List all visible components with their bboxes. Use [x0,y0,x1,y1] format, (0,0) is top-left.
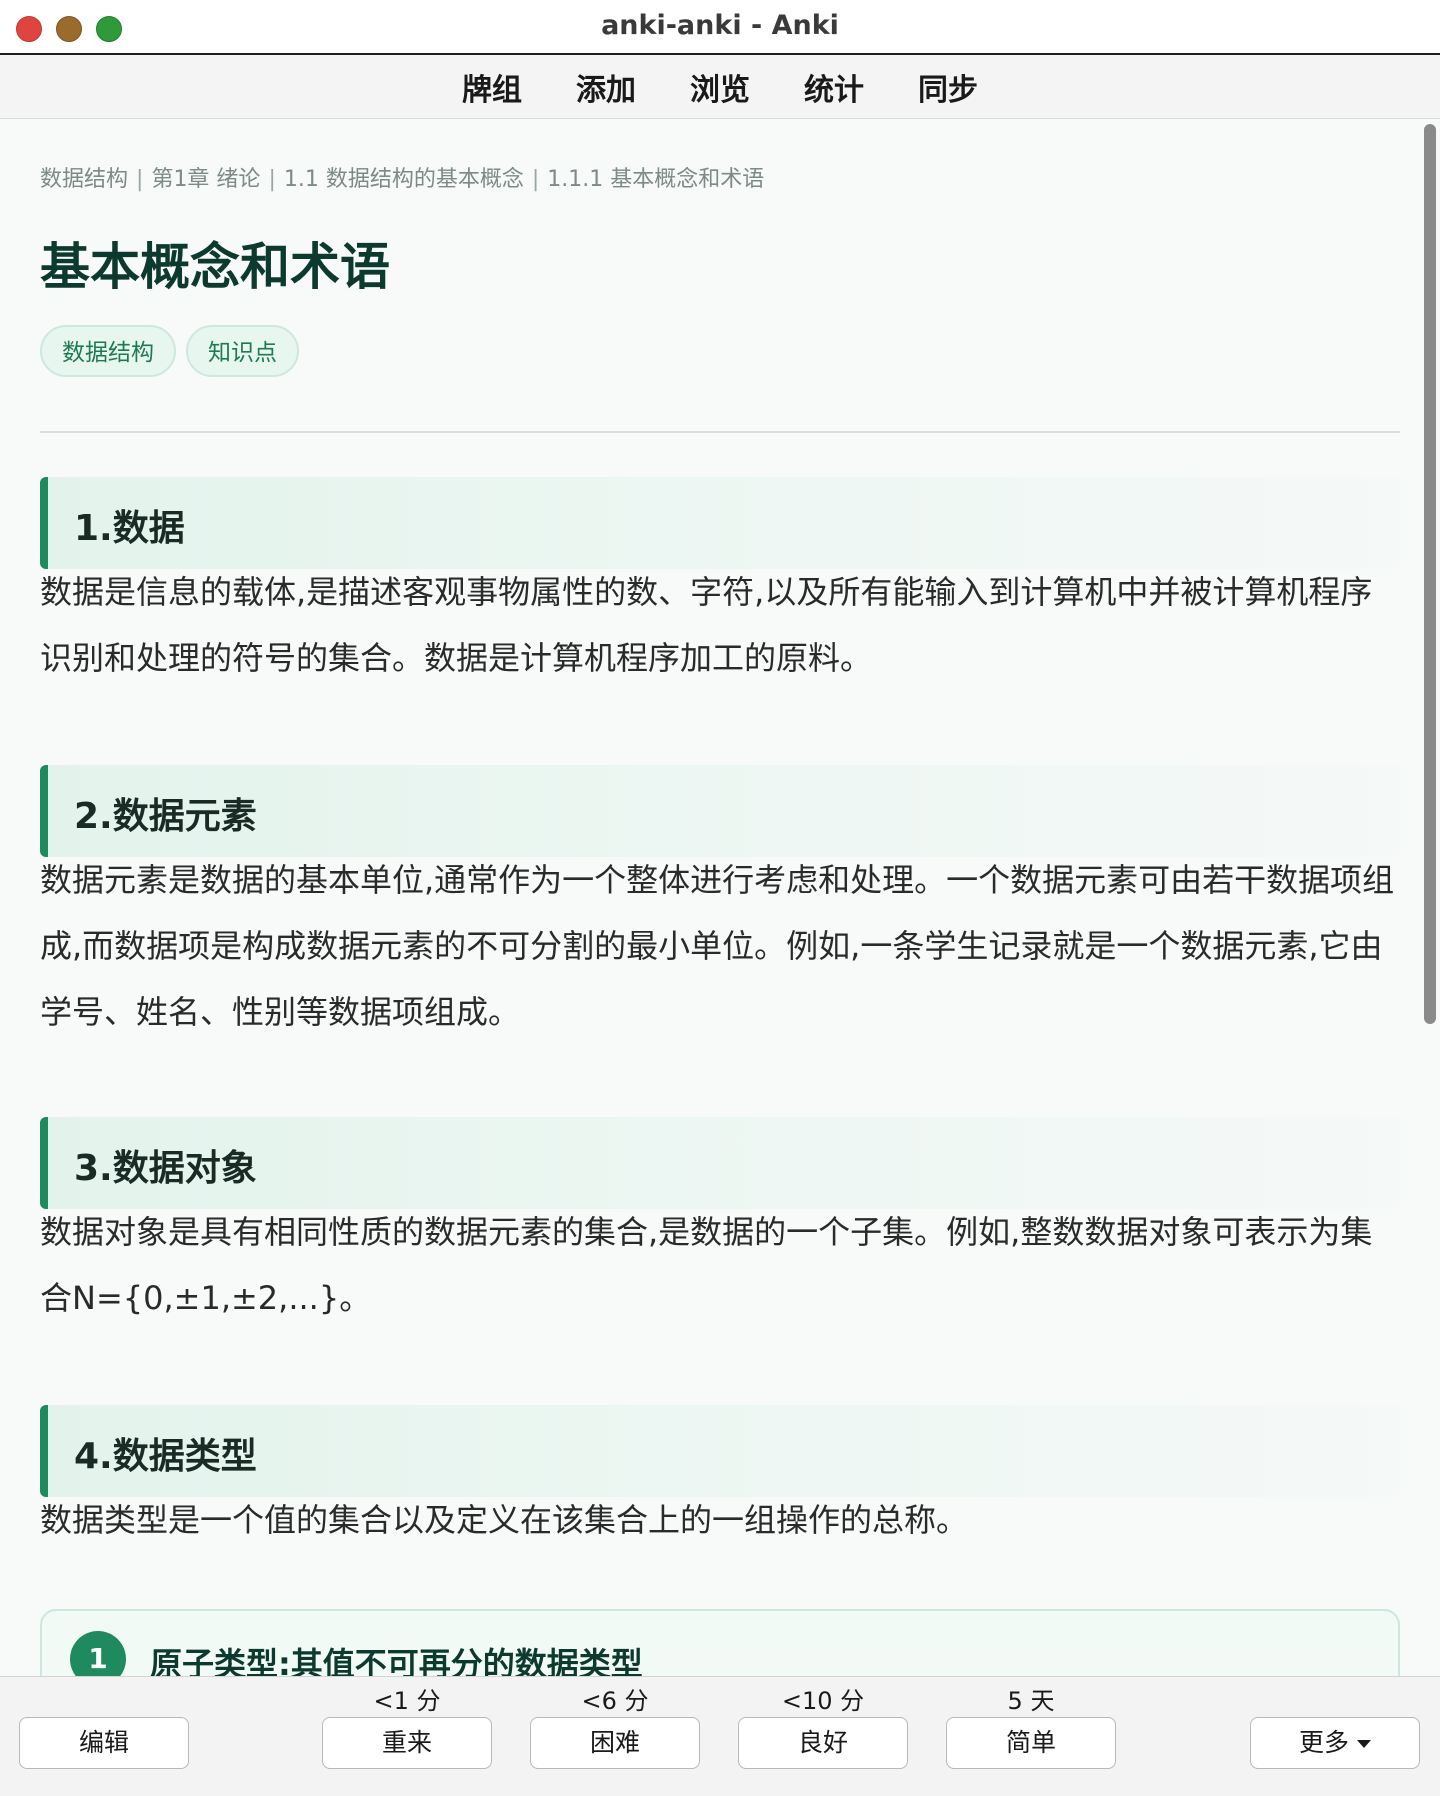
nav-decks[interactable]: 牌组 [462,65,522,109]
again-button[interactable]: 重来 [322,1717,492,1769]
section-paragraph: 数据元素是数据的基本单位,通常作为一个整体进行考虑和处理。一个数据元素可由若干数… [40,861,1395,1031]
breadcrumb-separator: | [268,167,276,192]
breadcrumb-item: 第1章 绪论 [151,167,261,192]
hard-interval: <6 分 [581,1687,649,1715]
top-toolbar: 牌组 添加 浏览 统计 同步 [0,55,1440,119]
easy-button[interactable]: 简单 [946,1717,1116,1769]
card-title: 基本概念和术语 [40,238,390,296]
nav-browse[interactable]: 浏览 [690,65,750,109]
breadcrumb-item: 1.1 数据结构的基本概念 [283,167,524,192]
scrollbar-thumb[interactable] [1424,124,1436,1024]
more-button-label: 更多 [1298,1728,1349,1757]
again-interval: <1 分 [373,1687,441,1715]
nav-stats[interactable]: 统计 [804,65,864,109]
section-paragraph: 数据是信息的载体,是描述客观事物属性的数、字符,以及所有能输入到计算机中并被计算… [40,573,1373,677]
tag-list: 数据结构 知识点 [40,325,309,377]
easy-interval: 5 天 [1007,1687,1055,1715]
subtype-title: 原子类型:其值不可再分的数据类型 [150,1645,643,1676]
section-heading: 2.数据元素 [40,765,1400,857]
anki-window: anki-anki - Anki 牌组 添加 浏览 统计 同步 数据结构 | 第1章… [0,0,1440,1796]
good-button[interactable]: 良好 [738,1717,908,1769]
divider [40,431,1400,433]
section-paragraph: 数据对象是具有相同性质的数据元素的集合,是数据的一个子集。例如,整数数据对象可表… [40,1213,1373,1317]
subtype-card: 1 原子类型:其值不可再分的数据类型 [40,1609,1400,1676]
card-content[interactable]: 数据结构 | 第1章 绪论 | 1.1 数据结构的基本概念 | 1.1.1 基本概念和术语 … [0,119,1420,1676]
breadcrumb-item: 数据结构 [40,167,129,192]
section-heading: 4.数据类型 [40,1405,1400,1497]
breadcrumb-separator: | [136,167,144,192]
more-button[interactable]: 更多 [1250,1717,1420,1769]
breadcrumb-separator: | [531,167,540,192]
section-heading-text: 2.数据元素 [74,796,257,837]
review-bottom-bar: 编辑 <1 分 重来 <6 分 困难 <10 分 良好 5 天 简单 更多 [0,1676,1440,1796]
subtype-number-badge: 1 [70,1631,126,1676]
good-interval: <10 分 [781,1687,865,1715]
section-paragraph: 数据类型是一个值的集合以及定义在该集合上的一组操作的总称。 [40,1501,969,1539]
section-heading: 3.数据对象 [40,1117,1400,1209]
section-heading: 1.数据 [40,477,1400,569]
nav-add[interactable]: 添加 [576,65,636,109]
breadcrumb-item: 1.1.1 基本概念和术语 [547,167,765,192]
hard-button[interactable]: 困难 [530,1717,700,1769]
caret-down-icon [1357,1740,1371,1748]
section-heading-text: 3.数据对象 [74,1148,257,1189]
nav-sync[interactable]: 同步 [918,65,978,109]
tag-pill: 数据结构 [40,325,176,377]
window-title: anki-anki - Anki [601,10,839,41]
tag-pill: 知识点 [186,325,299,377]
breadcrumb: 数据结构 | 第1章 绪论 | 1.1 数据结构的基本概念 | 1.1.1 基本概念和术语 [40,161,764,193]
section-heading-text: 1.数据 [74,508,185,549]
edit-button[interactable]: 编辑 [19,1717,189,1769]
title-bar: anki-anki - Anki [0,0,1440,55]
section-heading-text: 4.数据类型 [74,1436,257,1477]
